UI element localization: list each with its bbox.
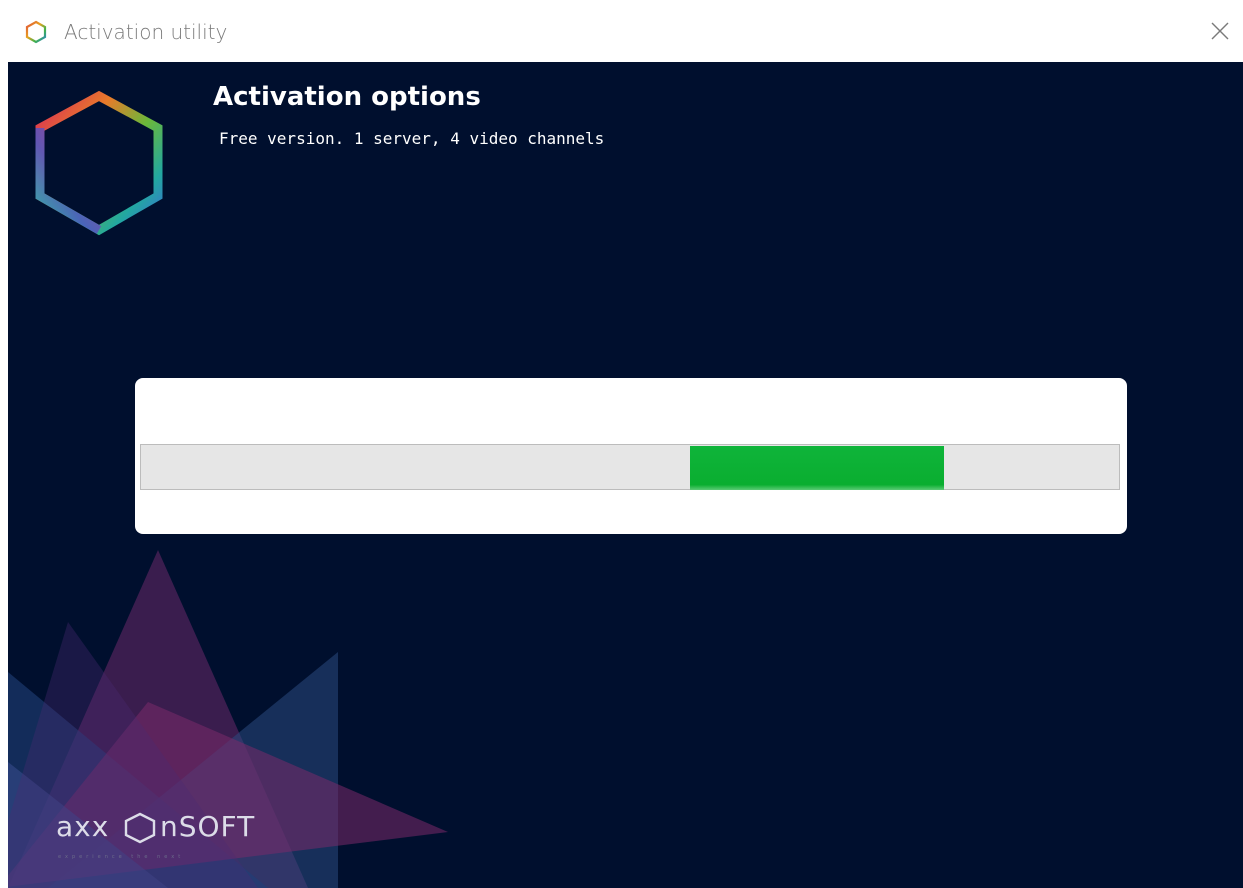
- svg-text:axx: axx: [56, 810, 109, 843]
- hexagon-logo-icon: [25, 20, 47, 44]
- brand-logo: axx nSOFT: [56, 808, 306, 853]
- axxonsoft-wordmark: axx nSOFT: [56, 810, 255, 844]
- svg-text:nSOFT: nSOFT: [160, 810, 255, 843]
- main-panel: Activation options Free version. 1 serve…: [8, 62, 1243, 888]
- product-hexagon-logo: [35, 90, 163, 236]
- brand-tagline: experience the next: [58, 854, 185, 860]
- activation-utility-window: Activation utility Activation options Fr…: [0, 0, 1243, 888]
- window-title: Activation utility: [64, 20, 228, 44]
- progress-card: [135, 378, 1127, 534]
- progress-bar: [140, 444, 1120, 490]
- license-description: Free version. 1 server, 4 video channels: [219, 129, 605, 148]
- progress-bar-fill: [690, 446, 944, 490]
- page-title: Activation options: [213, 82, 481, 112]
- title-bar[interactable]: Activation utility: [0, 0, 1243, 62]
- close-icon: [1211, 22, 1229, 40]
- close-button[interactable]: [1197, 8, 1243, 54]
